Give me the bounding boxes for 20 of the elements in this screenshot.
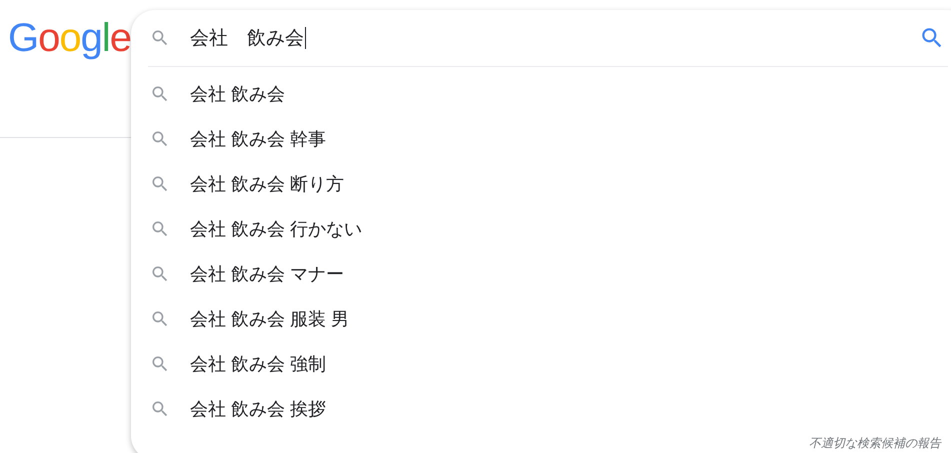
suggestion-item[interactable]: 会社 飲み会 断り方 [190,172,344,196]
search-icon [150,308,170,328]
search-icon [150,84,170,104]
suggestion-item[interactable]: 会社 飲み会 マナー [190,262,344,286]
suggestion-item[interactable]: 会社 飲み会 行かない [190,216,362,240]
suggestion-item[interactable]: 会社 飲み会 強制 [190,352,326,376]
report-link[interactable]: 不適切な検索候補の報告 [809,435,941,452]
search-icon [150,398,170,418]
suggestion-item[interactable]: 会社 飲み会 服装 男 [190,306,350,330]
search-icon [150,128,170,148]
suggestion-item[interactable]: 会社 飲み会 挨拶 [190,396,326,420]
search-icon [150,354,170,374]
suggestion-item[interactable]: 会社 飲み会 [190,82,286,106]
google-logo[interactable]: Google [8,16,132,60]
search-field[interactable]: 会社 飲み会 [190,23,919,53]
suggestion-item[interactable]: 会社 飲み会 幹事 [190,126,326,150]
search-icon [150,28,170,48]
search-icon [150,218,170,238]
search-icon [150,264,170,284]
search-icon [150,174,170,194]
